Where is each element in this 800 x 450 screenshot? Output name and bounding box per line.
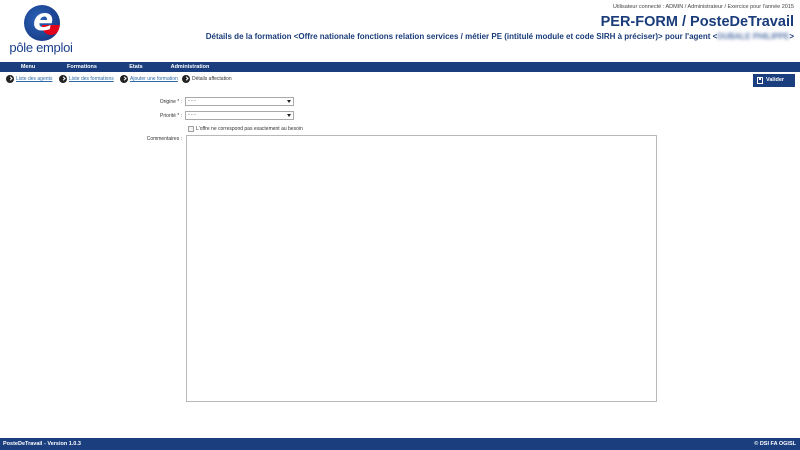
main-menu-bar: Menu Formations Etats Administration [0, 62, 800, 72]
priorite-label: Priorité * : [160, 113, 182, 119]
valider-label: Valider [766, 77, 785, 83]
origine-select[interactable]: - - - [185, 97, 294, 106]
page-title-prefix: Détails de la formation <Offre nationale… [205, 32, 718, 41]
header: e pôle emploi Utilisateur connecté : ADM… [0, 0, 800, 62]
save-icon [757, 77, 763, 84]
logo-circle-icon: e [24, 5, 60, 41]
commentaires-label: Commentaires : [146, 136, 182, 142]
offre-mismatch-label: L'offre ne correspond pas exactement au … [196, 126, 303, 132]
arrow-right-icon [59, 75, 67, 83]
arrow-right-icon [6, 75, 14, 83]
logo-text: pôle emploi [9, 40, 73, 55]
valider-button[interactable]: Valider [753, 74, 795, 87]
origine-selected-value: - - - [188, 98, 196, 104]
breadcrumb-link-label[interactable]: Liste des agents [16, 75, 52, 83]
origine-label: Origine * : [159, 99, 182, 105]
agent-name: DUBALE PHILIPPE [717, 32, 790, 41]
footer-copyright: © DSI FA OGISL [754, 441, 796, 447]
footer-version: PosteDeTravail - Version 1.0.3 [3, 441, 81, 447]
offre-mismatch-checkbox[interactable] [188, 126, 194, 132]
chevron-down-icon [287, 114, 291, 117]
priorite-select[interactable]: - - - [185, 111, 294, 120]
footer: PosteDeTravail - Version 1.0.3 © DSI FA … [0, 438, 800, 450]
chevron-down-icon [287, 100, 291, 103]
menu-item-etats[interactable]: Etats [118, 62, 154, 72]
app-title: PER-FORM / PosteDeTravail [600, 14, 794, 30]
user-info: Utilisateur connecté : ADMIN / Administr… [612, 4, 794, 10]
page-title-suffix: > [789, 32, 794, 41]
pole-emploi-logo: e pôle emploi [8, 5, 74, 57]
page-title: Détails de la formation <Offre nationale… [206, 32, 794, 41]
logo-e-glyph: e [33, 5, 54, 38]
arrow-right-icon [120, 75, 128, 83]
priorite-selected-value: - - - [188, 112, 196, 118]
breadcrumb-link-label[interactable]: Liste des formations [69, 75, 114, 83]
menu-item-administration[interactable]: Administration [164, 62, 216, 72]
arrow-right-icon [182, 75, 190, 83]
menu-item-menu[interactable]: Menu [6, 62, 50, 72]
commentaires-textarea[interactable] [186, 135, 657, 402]
breadcrumb-current-label: Détails affectation [192, 76, 232, 82]
menu-item-formations[interactable]: Formations [60, 62, 104, 72]
breadcrumb-link-label[interactable]: Ajouter une formation [130, 75, 178, 83]
